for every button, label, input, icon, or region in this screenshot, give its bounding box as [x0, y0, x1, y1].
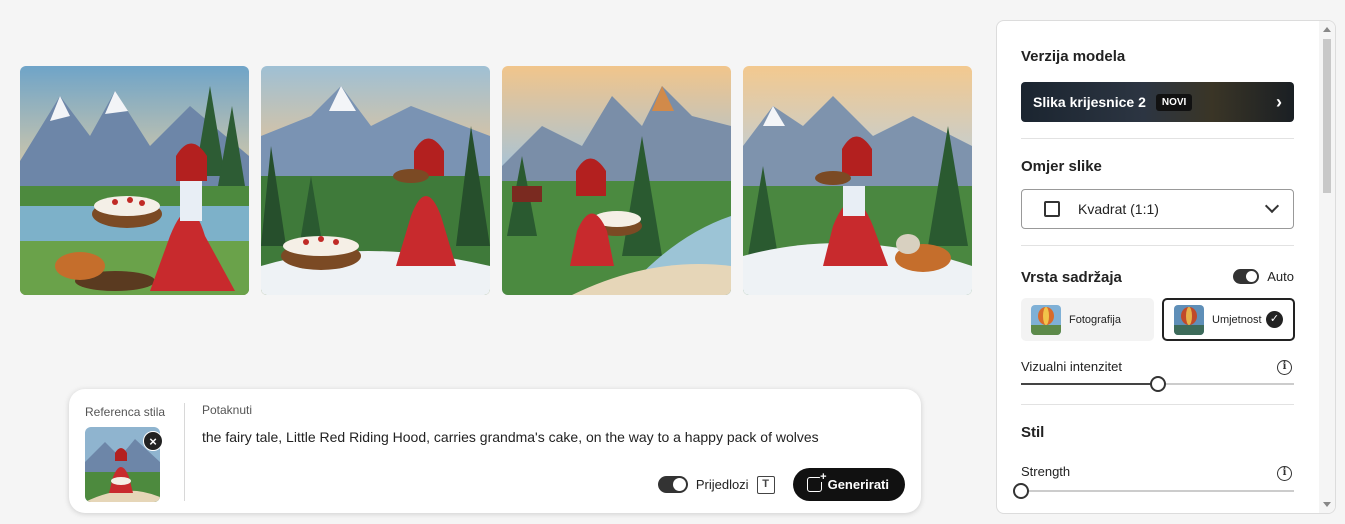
settings-panel: Verzija modela Slika krijesnice 2 NOVI ›…: [996, 20, 1336, 514]
art-thumbnail: [1174, 304, 1204, 335]
divider: [1021, 404, 1294, 405]
divider: [184, 403, 185, 501]
auto-label: Auto: [1267, 269, 1294, 284]
generated-image-4[interactable]: [743, 66, 972, 295]
slider-thumb[interactable]: [1013, 483, 1029, 499]
strength-label: Strength: [1021, 464, 1071, 479]
aspect-ratio-select[interactable]: Kvadrat (1:1): [1021, 189, 1294, 229]
prompt-bar: Referenca stila × Potaknuti the fairy ta…: [69, 389, 921, 513]
text-check-icon[interactable]: T: [756, 475, 775, 494]
checkmark-icon: ✓: [1266, 311, 1283, 328]
generated-image-3[interactable]: [502, 66, 731, 295]
chevron-right-icon: ›: [1276, 91, 1282, 112]
style-reference-label: Referenca stila: [85, 405, 166, 419]
generate-button-label: Generirati: [827, 477, 889, 492]
content-type-art[interactable]: Umjetnost ✓: [1162, 298, 1295, 341]
style-reference: Referenca stila ×: [85, 403, 185, 502]
content-type-photo-label: Fotografija: [1069, 313, 1121, 326]
model-version-title: Verzija modela: [1021, 48, 1126, 65]
generated-image-1[interactable]: [20, 66, 249, 295]
square-icon: [1044, 201, 1060, 217]
slider-thumb[interactable]: [1149, 376, 1166, 392]
panel-scrollbar[interactable]: [1319, 21, 1335, 513]
divider: [1021, 138, 1294, 139]
model-version-button[interactable]: Slika krijesnice 2 NOVI ›: [1021, 82, 1294, 122]
generated-image-2[interactable]: [261, 66, 490, 295]
scroll-down-icon[interactable]: [1323, 502, 1331, 507]
suggestions-label: Prijedlozi: [695, 477, 749, 492]
prompt-actions: Prijedlozi T Generirati: [657, 468, 905, 501]
style-title: Stil: [1021, 424, 1045, 441]
new-badge: NOVI: [1155, 93, 1193, 111]
info-icon[interactable]: i: [1277, 360, 1292, 375]
slider-fill: [1021, 383, 1158, 385]
aspect-ratio-value: Kvadrat (1:1): [1078, 201, 1159, 217]
divider: [1021, 245, 1294, 246]
suggestions-toggle[interactable]: [657, 476, 688, 493]
model-name: Slika krijesnice 2: [1033, 94, 1146, 110]
visual-intensity-slider[interactable]: [1021, 376, 1294, 392]
info-icon[interactable]: i: [1277, 466, 1292, 481]
prompt-label: Potaknuti: [202, 403, 253, 417]
content-type-photo[interactable]: Fotografija: [1021, 298, 1154, 341]
visual-intensity-label: Vizualni intenzitet: [1021, 359, 1122, 374]
scroll-up-icon[interactable]: [1323, 27, 1331, 32]
generate-button[interactable]: Generirati: [792, 468, 905, 501]
content-type-title: Vrsta sadržaja: [1021, 269, 1122, 286]
aspect-ratio-title: Omjer slike: [1021, 158, 1102, 175]
remove-style-reference-button[interactable]: ×: [143, 431, 163, 451]
scroll-thumb[interactable]: [1323, 39, 1331, 193]
prompt-input[interactable]: the fairy tale, Little Red Riding Hood, …: [202, 429, 819, 445]
auto-toggle-group: Auto: [1233, 269, 1294, 284]
generate-icon: [806, 472, 827, 492]
image-gallery: [20, 66, 972, 295]
photo-thumbnail: [1031, 304, 1061, 335]
strength-slider[interactable]: [1013, 483, 1294, 499]
chevron-down-icon: [1264, 198, 1280, 214]
content-type-art-label: Umjetnost: [1212, 313, 1262, 326]
auto-toggle[interactable]: [1233, 269, 1260, 284]
